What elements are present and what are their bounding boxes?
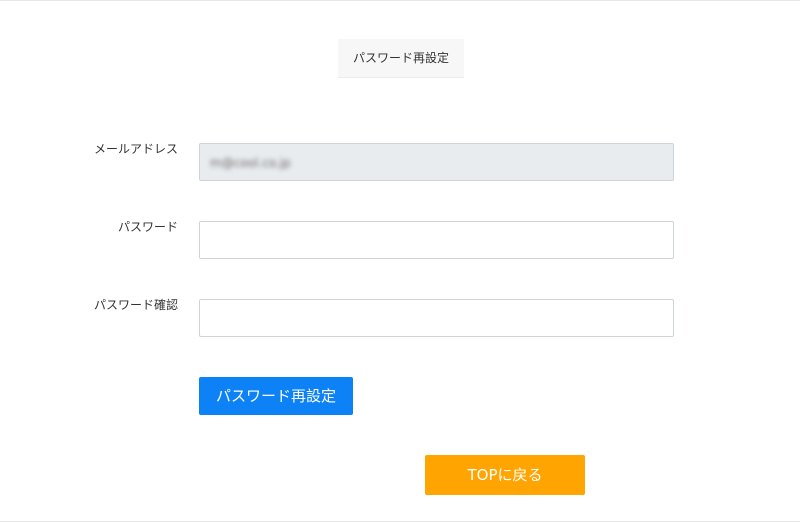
password-confirm-label: パスワード確認 (93, 298, 178, 312)
email-value: m@cool.co.jp (210, 156, 291, 170)
password-reset-page: パスワード再設定 メールアドレス m@cool.co.jp パスワード パスワー… (0, 0, 800, 522)
email-field: m@cool.co.jp (199, 143, 674, 181)
page-title: パスワード再設定 (338, 39, 464, 78)
back-to-top-button[interactable]: TOPに戻る (425, 455, 585, 495)
password-input[interactable] (199, 221, 674, 259)
password-confirm-input[interactable] (199, 299, 674, 337)
reset-password-button[interactable]: パスワード再設定 (199, 377, 353, 415)
email-label: メールアドレス (93, 142, 178, 156)
password-label: パスワード (117, 220, 178, 234)
